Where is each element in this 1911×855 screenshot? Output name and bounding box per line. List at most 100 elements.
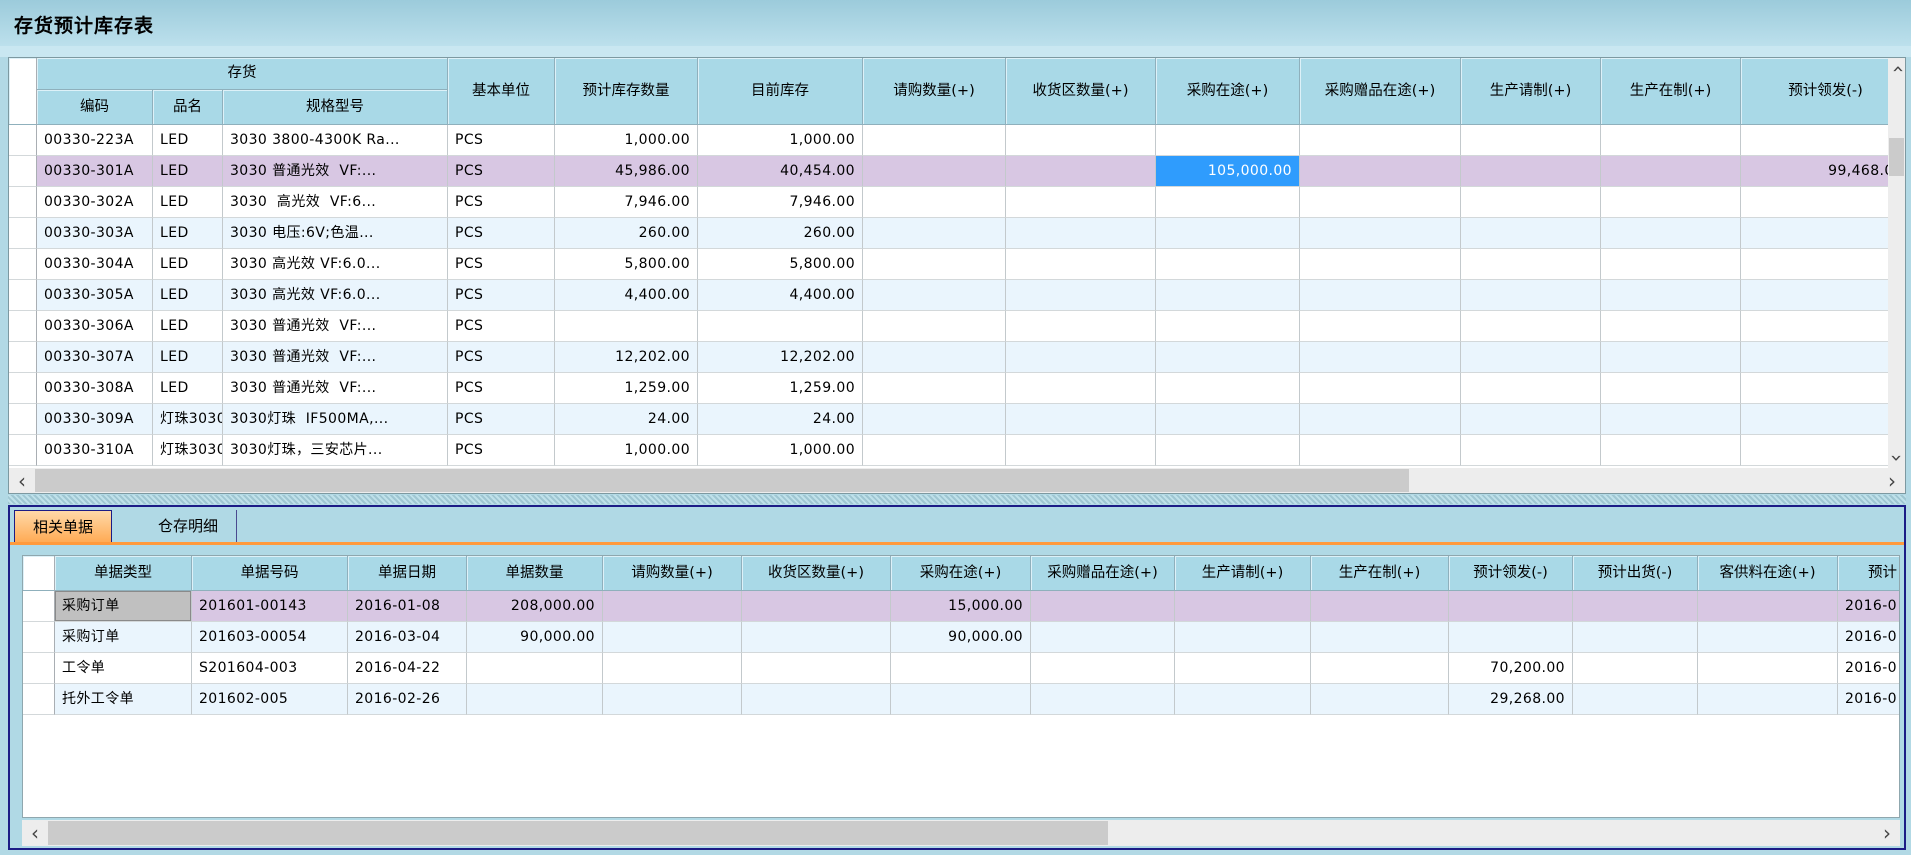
cell[interactable]: 2016-0 bbox=[1838, 591, 1900, 622]
row-indicator[interactable] bbox=[23, 591, 55, 622]
cell[interactable] bbox=[1156, 218, 1300, 249]
scroll-up-icon[interactable]: › bbox=[1888, 58, 1905, 80]
column-header[interactable]: 采购在途(+) bbox=[891, 556, 1031, 591]
cell[interactable]: PCS bbox=[448, 280, 555, 311]
cell[interactable]: 00330-304A bbox=[37, 249, 153, 280]
cell[interactable] bbox=[1175, 622, 1311, 653]
cell[interactable] bbox=[1156, 373, 1300, 404]
cell[interactable]: 90,000.00 bbox=[467, 622, 603, 653]
cell[interactable]: LED bbox=[153, 311, 223, 342]
row-indicator[interactable] bbox=[9, 156, 37, 187]
cell[interactable] bbox=[1006, 373, 1156, 404]
column-header[interactable]: 采购赠品在途(+) bbox=[1031, 556, 1175, 591]
cell[interactable] bbox=[1175, 684, 1311, 715]
panel-splitter[interactable] bbox=[8, 495, 1906, 504]
cell[interactable]: 00330-223A bbox=[37, 125, 153, 156]
row-indicator[interactable] bbox=[9, 311, 37, 342]
cell[interactable] bbox=[1006, 156, 1156, 187]
cell[interactable]: 00330-305A bbox=[37, 280, 153, 311]
cell[interactable] bbox=[863, 125, 1006, 156]
cell[interactable]: 3030 3800-4300K Ra... bbox=[223, 125, 448, 156]
cell[interactable]: LED bbox=[153, 187, 223, 218]
cell[interactable] bbox=[1156, 187, 1300, 218]
column-header[interactable] bbox=[9, 58, 37, 125]
cell[interactable] bbox=[1741, 249, 1889, 280]
cell[interactable]: 260.00 bbox=[555, 218, 698, 249]
row-indicator[interactable] bbox=[9, 435, 37, 466]
documents-horizontal-scrollbar[interactable]: ‹ › bbox=[22, 820, 1900, 846]
cell[interactable]: PCS bbox=[448, 435, 555, 466]
cell[interactable]: 00330-301A bbox=[37, 156, 153, 187]
cell[interactable] bbox=[1449, 591, 1573, 622]
cell[interactable] bbox=[1698, 653, 1838, 684]
cell[interactable]: 1,259.00 bbox=[555, 373, 698, 404]
cell[interactable]: 105,000.00 bbox=[1156, 156, 1300, 187]
horizontal-scrollbar-thumb[interactable] bbox=[35, 469, 1409, 492]
cell[interactable] bbox=[1006, 280, 1156, 311]
cell[interactable] bbox=[1300, 342, 1461, 373]
column-header[interactable]: 编码 bbox=[37, 90, 153, 125]
column-header[interactable]: 单据数量 bbox=[467, 556, 603, 591]
cell[interactable] bbox=[1573, 684, 1698, 715]
cell[interactable]: 1,000.00 bbox=[698, 125, 863, 156]
cell[interactable]: 12,202.00 bbox=[698, 342, 863, 373]
column-header[interactable]: 生产在制(+) bbox=[1601, 58, 1741, 125]
cell[interactable] bbox=[1006, 311, 1156, 342]
column-header[interactable]: 生产请制(+) bbox=[1461, 58, 1601, 125]
cell[interactable]: 灯珠3030 bbox=[153, 435, 223, 466]
cell[interactable]: 15,000.00 bbox=[891, 591, 1031, 622]
cell[interactable]: LED bbox=[153, 249, 223, 280]
cell[interactable]: 40,454.00 bbox=[698, 156, 863, 187]
table-row[interactable]: 00330-307ALED3030 普通光效 VF:...PCS12,202.0… bbox=[9, 342, 1889, 373]
row-indicator[interactable] bbox=[9, 373, 37, 404]
cell[interactable] bbox=[1175, 653, 1311, 684]
column-header[interactable]: 预计 bbox=[1838, 556, 1900, 591]
cell[interactable]: 1,259.00 bbox=[698, 373, 863, 404]
cell[interactable] bbox=[1031, 653, 1175, 684]
cell[interactable]: 1,000.00 bbox=[555, 435, 698, 466]
cell[interactable] bbox=[1741, 373, 1889, 404]
cell[interactable] bbox=[1741, 435, 1889, 466]
cell[interactable] bbox=[1156, 311, 1300, 342]
cell[interactable] bbox=[555, 311, 698, 342]
cell[interactable] bbox=[1300, 311, 1461, 342]
cell[interactable] bbox=[1601, 280, 1741, 311]
cell[interactable]: 5,800.00 bbox=[698, 249, 863, 280]
row-indicator[interactable] bbox=[9, 280, 37, 311]
cell[interactable]: 1,000.00 bbox=[555, 125, 698, 156]
cell[interactable] bbox=[1698, 622, 1838, 653]
row-indicator[interactable] bbox=[9, 125, 37, 156]
scroll-left-icon[interactable]: ‹ bbox=[9, 468, 35, 493]
cell[interactable] bbox=[1601, 125, 1741, 156]
tab-warehouse-detail[interactable]: 仓存明细 bbox=[140, 510, 237, 542]
cell[interactable] bbox=[1006, 187, 1156, 218]
table-row[interactable]: 托外工令单201602-0052016-02-2629,268.002016-0 bbox=[23, 684, 1900, 715]
horizontal-scrollbar[interactable]: ‹ › bbox=[9, 468, 1905, 493]
cell[interactable] bbox=[1031, 591, 1175, 622]
cell[interactable] bbox=[1601, 311, 1741, 342]
cell[interactable]: PCS bbox=[448, 125, 555, 156]
cell[interactable]: 3030 普通光效 VF:... bbox=[223, 156, 448, 187]
cell[interactable]: 29,268.00 bbox=[1449, 684, 1573, 715]
row-indicator[interactable] bbox=[23, 622, 55, 653]
cell[interactable]: 90,000.00 bbox=[891, 622, 1031, 653]
cell[interactable] bbox=[1461, 125, 1601, 156]
cell[interactable]: 12,202.00 bbox=[555, 342, 698, 373]
table-row[interactable]: 00330-303ALED3030 电压:6V;色温...PCS260.0026… bbox=[9, 218, 1889, 249]
cell[interactable] bbox=[1601, 249, 1741, 280]
cell[interactable] bbox=[1156, 404, 1300, 435]
scroll-right-icon[interactable]: › bbox=[1879, 468, 1905, 493]
cell[interactable]: 7,946.00 bbox=[555, 187, 698, 218]
cell[interactable]: 201601-00143 bbox=[192, 591, 348, 622]
cell[interactable]: 3030 高光效 VF:6.0... bbox=[223, 280, 448, 311]
cell[interactable]: 70,200.00 bbox=[1449, 653, 1573, 684]
cell[interactable] bbox=[1461, 311, 1601, 342]
cell[interactable]: 3030 普通光效 VF:... bbox=[223, 373, 448, 404]
cell[interactable]: 2016-03-04 bbox=[348, 622, 467, 653]
cell[interactable] bbox=[1573, 653, 1698, 684]
cell[interactable] bbox=[1698, 591, 1838, 622]
cell[interactable] bbox=[698, 311, 863, 342]
column-header[interactable]: 规格型号 bbox=[223, 90, 448, 125]
cell[interactable]: LED bbox=[153, 218, 223, 249]
cell[interactable]: 24.00 bbox=[555, 404, 698, 435]
